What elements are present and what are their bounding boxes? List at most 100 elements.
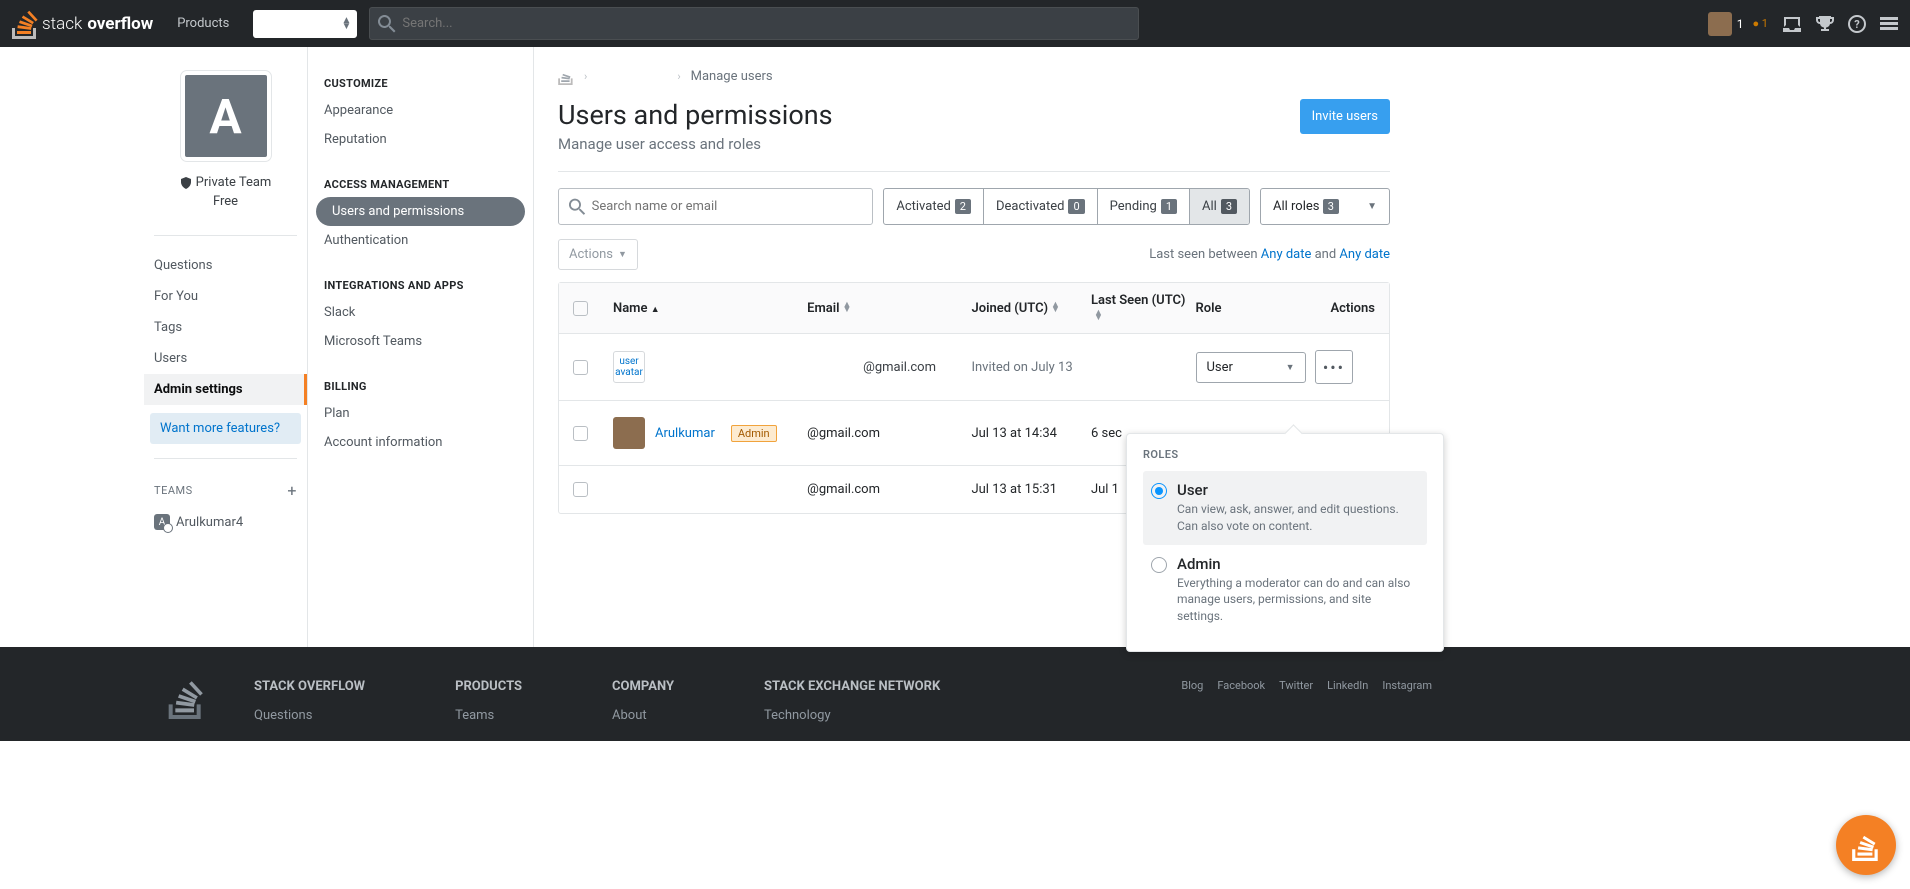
sidebar-item-questions[interactable]: Questions: [144, 250, 307, 281]
sort-icon: ▲▼: [341, 18, 351, 30]
joined-cell: Jul 13 at 14:34: [971, 426, 1090, 441]
role-option-user[interactable]: User Can view, ask, answer, and edit que…: [1143, 471, 1427, 545]
settings-account-info[interactable]: Account information: [308, 428, 533, 457]
breadcrumb-home-icon[interactable]: [558, 67, 574, 85]
footer-logo[interactable]: [168, 679, 204, 731]
email-cell: @gmail.com: [807, 360, 971, 375]
team-selector[interactable]: ▲▼: [253, 10, 357, 38]
footer-col-title: COMPANY: [612, 679, 674, 694]
footer-social-link[interactable]: Blog: [1181, 679, 1203, 731]
roles-filter-dropdown[interactable]: All roles 3 ▼: [1260, 188, 1390, 225]
invite-users-button[interactable]: Invite users: [1300, 99, 1390, 134]
footer-link[interactable]: Technology: [764, 708, 940, 723]
search-icon: [378, 15, 396, 33]
footer-social-link[interactable]: Facebook: [1217, 679, 1265, 731]
tab-deactivated[interactable]: Deactivated0: [984, 189, 1098, 224]
footer-social-link[interactable]: Twitter: [1279, 679, 1313, 731]
tab-activated[interactable]: Activated2: [884, 189, 984, 224]
settings-users-permissions[interactable]: Users and permissions: [316, 197, 525, 226]
page-title: Users and permissions: [558, 99, 833, 131]
row-checkbox[interactable]: [573, 426, 588, 441]
radio-checked[interactable]: [1151, 483, 1167, 499]
settings-reputation[interactable]: Reputation: [308, 125, 533, 154]
last-seen-filter: Last seen between Any date and Any date: [1149, 247, 1390, 262]
group-integrations: INTEGRATIONS AND APPS: [308, 273, 533, 298]
bulk-actions-button[interactable]: Actions ▼: [558, 239, 638, 270]
col-lastseen-header[interactable]: Last Seen (UTC)▲▼: [1091, 293, 1196, 323]
menu-icon[interactable]: [1880, 15, 1898, 33]
chevron-down-icon: ▼: [618, 249, 627, 260]
col-actions-header: Actions: [1315, 301, 1375, 316]
col-email-header[interactable]: Email▲▼: [807, 301, 971, 316]
settings-authentication[interactable]: Authentication: [308, 226, 533, 255]
team-entry-icon: A: [154, 514, 170, 530]
divider: [154, 235, 297, 236]
team-privacy-label: Private Team: [156, 175, 295, 190]
inbox-icon[interactable]: [1782, 15, 1802, 33]
tab-pending[interactable]: Pending1: [1098, 189, 1190, 224]
any-date-from-link[interactable]: Any date: [1261, 247, 1312, 262]
help-icon[interactable]: ?: [1848, 15, 1866, 33]
team-plan: Free: [156, 194, 295, 209]
reputation: 1: [1737, 17, 1744, 31]
sidebar-item-foryou[interactable]: For You: [144, 281, 307, 312]
col-role-header: Role: [1196, 301, 1315, 316]
topbar: stackoverflow Products ▲▼ 1 ● 1 ?: [0, 0, 1910, 47]
team-entry[interactable]: A Arulkumar4: [144, 508, 307, 536]
footer-link[interactable]: Questions: [254, 708, 365, 723]
joined-cell: Jul 13 at 15:31: [971, 482, 1090, 497]
search-icon: [569, 198, 586, 216]
group-access: ACCESS MANAGEMENT: [308, 172, 533, 197]
brand-logo[interactable]: stackoverflow: [12, 9, 153, 39]
select-all-checkbox[interactable]: [573, 301, 588, 316]
stackoverflow-icon: [1852, 829, 1880, 861]
want-more-link[interactable]: Want more features?: [150, 413, 301, 444]
radio-unchecked[interactable]: [1151, 557, 1167, 573]
joined-cell: Invited on July 13: [971, 360, 1090, 375]
sidebar-item-admin[interactable]: Admin settings: [144, 374, 307, 405]
footer-social-link[interactable]: Instagram: [1382, 679, 1432, 731]
role-select[interactable]: User▼: [1196, 352, 1306, 383]
footer-link[interactable]: Teams: [455, 708, 522, 723]
role-option-admin[interactable]: Admin Everything a moderator can do and …: [1143, 545, 1427, 635]
role-option-desc: Everything a moderator can do and can al…: [1177, 575, 1419, 625]
settings-msteams[interactable]: Microsoft Teams: [308, 327, 533, 356]
chevron-right-icon: ›: [677, 70, 680, 83]
name-search-input[interactable]: [592, 199, 863, 214]
col-joined-header[interactable]: Joined (UTC)▲▼: [971, 301, 1090, 316]
sidebar-item-tags[interactable]: Tags: [144, 312, 307, 343]
more-actions-button[interactable]: •••: [1315, 350, 1353, 384]
row-checkbox[interactable]: [573, 482, 588, 497]
footer-social-link[interactable]: LinkedIn: [1327, 679, 1368, 731]
left-sidebar: A Private Team Free Questions For You Ta…: [144, 47, 308, 647]
trophy-icon[interactable]: [1816, 15, 1834, 33]
group-customize: CUSTOMIZE: [308, 71, 533, 96]
col-name-header[interactable]: Name ▲: [613, 301, 807, 316]
filters-row: Activated2 Deactivated0 Pending1 All3 Al…: [558, 188, 1390, 225]
footer-link[interactable]: About: [612, 708, 674, 723]
products-link[interactable]: Products: [165, 16, 241, 31]
row-checkbox[interactable]: [573, 360, 588, 375]
sidebar-item-users[interactable]: Users: [144, 343, 307, 374]
add-team-icon[interactable]: +: [287, 481, 297, 500]
user-name-link[interactable]: Arulkumar: [655, 426, 715, 441]
bronze-badge: ● 1: [1752, 17, 1768, 30]
any-date-to-link[interactable]: Any date: [1339, 247, 1390, 262]
search-input[interactable]: [402, 16, 1130, 31]
settings-slack[interactable]: Slack: [308, 298, 533, 327]
email-cell: @gmail.com: [807, 482, 971, 497]
team-avatar-block: A Private Team Free: [144, 71, 307, 221]
settings-appearance[interactable]: Appearance: [308, 96, 533, 125]
user-chip[interactable]: 1 ● 1: [1708, 12, 1768, 36]
avatar-placeholder: useravatar: [613, 351, 645, 383]
chevron-down-icon: ▼: [1367, 201, 1377, 212]
email-cell: @gmail.com: [807, 426, 971, 441]
settings-plan[interactable]: Plan: [308, 399, 533, 428]
role-option-desc: Can view, ask, answer, and edit question…: [1177, 501, 1419, 535]
help-fab[interactable]: [1836, 815, 1896, 875]
status-filter-tabs: Activated2 Deactivated0 Pending1 All3: [883, 188, 1250, 225]
tab-all[interactable]: All3: [1190, 189, 1249, 224]
role-option-title: User: [1177, 481, 1419, 499]
page-header: Users and permissions Manage user access…: [558, 99, 1390, 172]
footer-social: Blog Facebook Twitter LinkedIn Instagram: [1181, 679, 1432, 731]
